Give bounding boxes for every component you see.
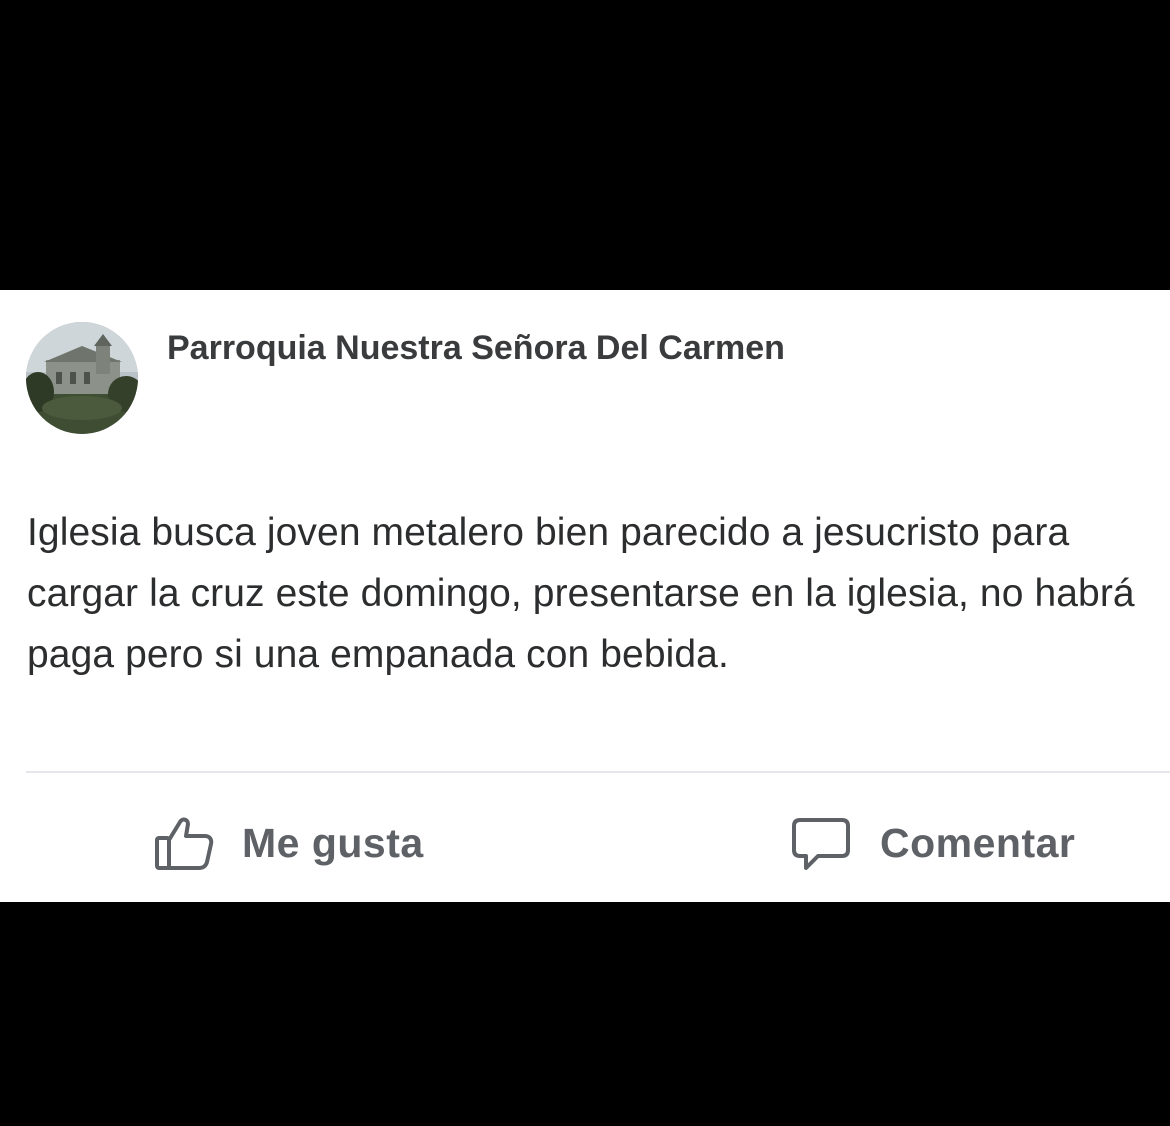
post-actions-bar: Me gusta Comentar (0, 808, 1170, 878)
comment-label: Comentar (880, 819, 1076, 866)
like-button[interactable]: Me gusta (154, 808, 424, 878)
page-avatar[interactable] (26, 322, 138, 434)
comment-button[interactable]: Comentar (790, 808, 1075, 878)
church-photo-icon (26, 322, 138, 434)
page-name[interactable]: Parroquia Nuestra Señora Del Carmen (167, 324, 807, 373)
post-text: Iglesia busca joven metalero bien pareci… (27, 511, 1135, 676)
post-header: Parroquia Nuestra Señora Del Carmen (26, 322, 1150, 434)
comment-bubble-icon (790, 812, 852, 874)
screenshot-frame: Parroquia Nuestra Señora Del Carmen Igle… (0, 0, 1170, 1126)
facebook-post-card: Parroquia Nuestra Señora Del Carmen Igle… (0, 290, 1170, 902)
divider (26, 771, 1170, 773)
thumbs-up-icon (154, 812, 216, 874)
like-label: Me gusta (242, 819, 424, 866)
